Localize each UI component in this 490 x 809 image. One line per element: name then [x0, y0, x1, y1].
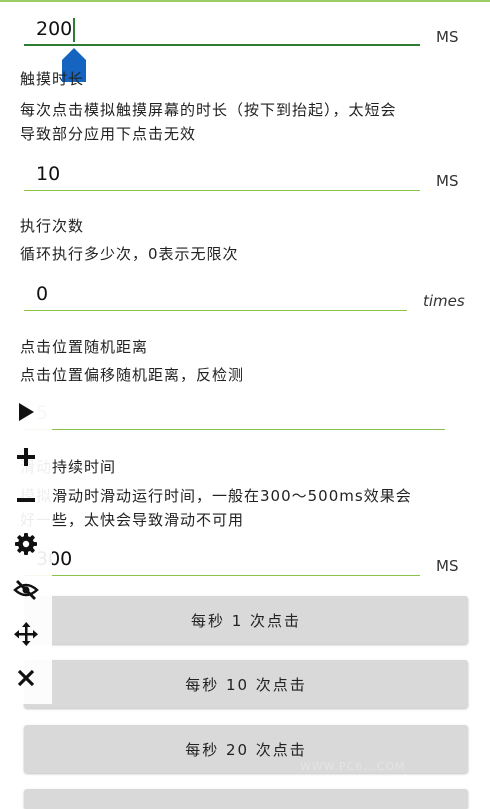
eye-off-icon[interactable]	[12, 576, 40, 604]
swipe-duration-desc-1: 模拟滑动时滑动运行时间，一般在300～500ms效果会	[20, 487, 412, 505]
play-icon[interactable]	[12, 398, 40, 426]
repeat-count-unit: times	[423, 292, 465, 310]
swipe-duration-unit: MS	[436, 557, 459, 575]
next-rate-button[interactable]	[24, 789, 468, 809]
plus-icon[interactable]	[12, 443, 40, 471]
touch-duration-label: 触摸时长	[20, 70, 85, 88]
touch-duration-desc-2: 导致部分应用下点击无效	[20, 125, 197, 143]
repeat-count-desc: 循环执行多少次，0表示无限次	[20, 245, 239, 263]
touch-duration-unit: MS	[436, 172, 459, 190]
rate-1-button[interactable]: 每秒 1 次点击	[24, 596, 468, 644]
random-offset-field[interactable]: 5	[24, 400, 445, 430]
swipe-duration-field[interactable]: 300	[24, 546, 420, 576]
gear-icon[interactable]	[12, 530, 40, 558]
interval-field[interactable]: 200	[24, 16, 420, 46]
random-offset-desc: 点击位置偏移随机距离，反检测	[20, 366, 245, 384]
touch-duration-field[interactable]: 10	[24, 161, 420, 191]
repeat-count-underline	[24, 310, 407, 311]
touch-duration-value[interactable]: 10	[36, 163, 60, 185]
repeat-count-label: 执行次数	[20, 217, 85, 235]
touch-duration-desc-1: 每次点击模拟触摸屏幕的时长（按下到抬起），太短会	[20, 101, 397, 119]
interval-underline	[24, 44, 420, 46]
top-accent-line	[0, 0, 490, 2]
move-icon[interactable]	[12, 620, 40, 648]
interval-unit: MS	[436, 28, 459, 46]
random-offset-label: 点击位置随机距离	[20, 338, 149, 356]
floating-toolbar	[0, 394, 52, 704]
swipe-duration-underline	[24, 575, 420, 576]
random-offset-underline	[24, 429, 445, 430]
text-cursor	[73, 18, 75, 42]
repeat-count-value[interactable]: 0	[36, 283, 48, 305]
swipe-duration-desc-2: 好一些，太快会导致滑动不可用	[20, 511, 245, 529]
touch-duration-underline	[24, 190, 420, 191]
watermark: WWW.PC6...COM	[300, 760, 406, 773]
minus-icon[interactable]	[12, 486, 40, 514]
rate-10-button[interactable]: 每秒 10 次点击	[24, 660, 468, 708]
interval-value[interactable]: 200	[36, 18, 72, 40]
close-icon[interactable]	[12, 664, 40, 692]
repeat-count-field[interactable]: 0	[24, 281, 407, 311]
